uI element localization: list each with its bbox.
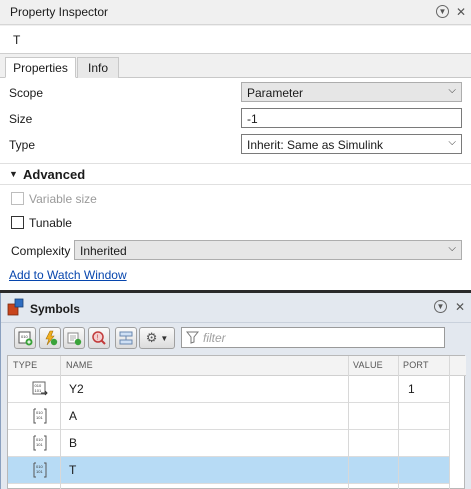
tab-info[interactable]: Info bbox=[77, 57, 119, 78]
gear-icon: ⚙ bbox=[145, 330, 158, 345]
col-header-port[interactable]: PORT bbox=[403, 360, 429, 370]
svg-text:!: ! bbox=[97, 335, 99, 342]
tunable-label: Tunable bbox=[29, 216, 72, 230]
advanced-label: Advanced bbox=[23, 167, 86, 182]
close-icon[interactable]: ✕ bbox=[453, 300, 467, 314]
settings-dropdown-button[interactable]: ⚙ ▼ bbox=[139, 327, 175, 349]
column-divider bbox=[449, 356, 450, 489]
symbols-toolbar: 010 ! ⚙ ▼ filter bbox=[1, 322, 471, 352]
column-divider bbox=[398, 356, 399, 489]
table-row[interactable]: 010 101 A bbox=[8, 403, 449, 430]
property-inspector-header: Property Inspector ▼ ✕ bbox=[0, 0, 471, 25]
svg-text:101: 101 bbox=[36, 469, 43, 474]
symbol-port: 1 bbox=[408, 382, 415, 396]
scope-value: Parameter bbox=[247, 86, 304, 100]
filter-input[interactable]: filter bbox=[181, 327, 445, 348]
column-divider bbox=[348, 356, 349, 489]
symbols-title: Symbols bbox=[30, 302, 81, 316]
svg-text:010: 010 bbox=[21, 334, 28, 339]
close-icon[interactable]: ✕ bbox=[454, 5, 468, 19]
type-value: Inherit: Same as Simulink bbox=[247, 138, 384, 152]
symbol-name-value: T bbox=[13, 33, 21, 47]
size-value: -1 bbox=[247, 112, 258, 126]
collapse-triangle-icon: ▼ bbox=[9, 169, 18, 179]
table-row[interactable]: 010 101 Y2 1 bbox=[8, 376, 449, 403]
filter-placeholder: filter bbox=[203, 331, 226, 345]
symbol-name: T bbox=[69, 463, 77, 477]
chevron-down-icon: ⌵ bbox=[448, 137, 456, 148]
output-data-icon: 010101 bbox=[32, 381, 48, 396]
svg-text:101: 101 bbox=[35, 388, 42, 393]
complexity-value: Inherited bbox=[80, 244, 127, 258]
variable-size-label: Variable size bbox=[29, 192, 97, 206]
add-message-icon[interactable] bbox=[63, 327, 85, 349]
add-event-icon[interactable] bbox=[39, 327, 61, 349]
inspector-tabs: Properties Info bbox=[0, 54, 471, 78]
size-input[interactable]: -1 bbox=[241, 108, 462, 128]
symbols-logo-icon bbox=[7, 298, 24, 316]
parameter-icon: 010101 bbox=[33, 435, 47, 451]
add-to-watch-window-link[interactable]: Add to Watch Window bbox=[9, 268, 127, 282]
properties-panel: Scope Parameter ⌵ Size -1 Type Inherit: … bbox=[0, 78, 471, 290]
parameter-icon: 010101 bbox=[33, 462, 47, 478]
symbols-table: TYPE NAME VALUE PORT 010 101 Y2 1 010 101 … bbox=[7, 355, 466, 489]
variable-size-checkbox[interactable] bbox=[11, 192, 24, 205]
scope-label: Scope bbox=[9, 86, 44, 100]
symbol-name: Y2 bbox=[69, 382, 84, 396]
size-label: Size bbox=[9, 112, 33, 126]
chevron-down-icon: ⌵ bbox=[448, 85, 456, 96]
add-data-icon[interactable]: 010 bbox=[14, 327, 36, 349]
symbols-pane: Symbols ▼ ✕ 010 ! ⚙ ▼ filter TYPE NAME V… bbox=[0, 293, 471, 489]
chevron-down-icon: ⌵ bbox=[448, 243, 456, 254]
type-label: Type bbox=[9, 138, 36, 152]
chevron-down-icon: ▼ bbox=[160, 333, 169, 343]
panel-menu-icon[interactable]: ▼ bbox=[434, 300, 447, 313]
panel-title: Property Inspector bbox=[10, 5, 109, 19]
symbol-name-field[interactable]: T bbox=[0, 26, 471, 54]
svg-text:101: 101 bbox=[36, 415, 43, 420]
resolve-undefined-icon[interactable]: ! bbox=[88, 327, 110, 349]
table-row-selected[interactable]: 010 101 T bbox=[8, 457, 449, 484]
type-dropdown[interactable]: Inherit: Same as Simulink ⌵ bbox=[241, 134, 462, 154]
advanced-section-header[interactable]: ▼ Advanced bbox=[0, 163, 471, 185]
tunable-checkbox[interactable] bbox=[11, 216, 24, 229]
tab-properties[interactable]: Properties bbox=[5, 57, 76, 78]
col-header-type[interactable]: TYPE bbox=[13, 360, 37, 370]
col-header-name[interactable]: NAME bbox=[66, 360, 93, 370]
svg-text:101: 101 bbox=[36, 442, 43, 447]
complexity-label: Complexity bbox=[11, 244, 71, 258]
table-row[interactable]: 010 101 B bbox=[8, 430, 449, 457]
symbol-name: A bbox=[69, 409, 78, 423]
scope-dropdown[interactable]: Parameter ⌵ bbox=[241, 82, 462, 102]
parameter-icon: 010101 bbox=[33, 408, 47, 424]
column-divider bbox=[60, 356, 61, 489]
symbol-name: B bbox=[69, 436, 78, 450]
panel-menu-icon[interactable]: ▼ bbox=[436, 5, 449, 18]
complexity-dropdown[interactable]: Inherited ⌵ bbox=[74, 240, 462, 260]
col-header-value[interactable]: VALUE bbox=[353, 360, 383, 370]
filter-icon bbox=[186, 331, 199, 344]
hierarchy-view-icon[interactable] bbox=[115, 327, 137, 349]
